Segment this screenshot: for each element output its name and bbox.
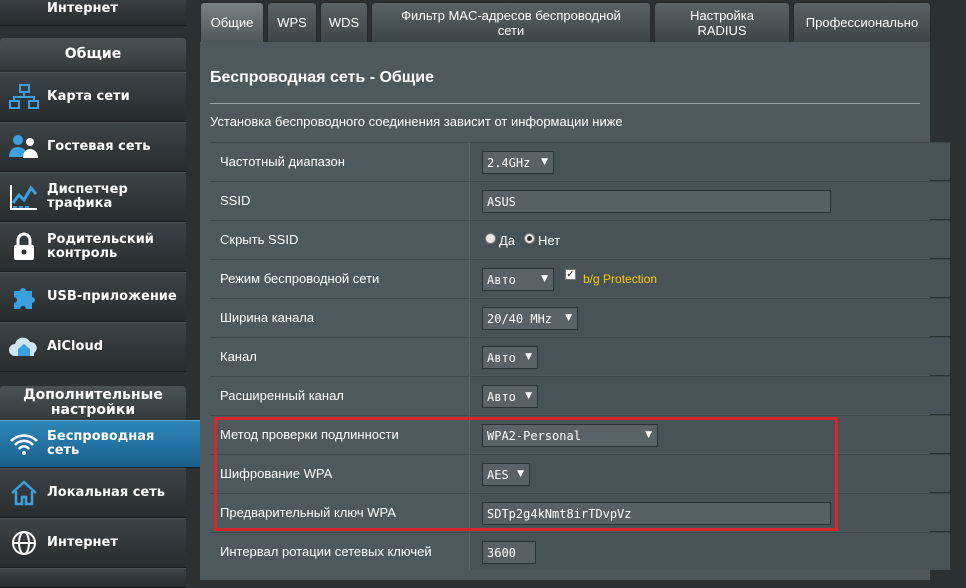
sidebar-item-label: AiCloud (47, 339, 104, 354)
auth-method-label: Метод проверки подлинности (210, 415, 468, 453)
wpa-encryption-select[interactable]: AES ▼ (482, 463, 530, 486)
row-channel: Канал Авто ▼ (210, 337, 950, 376)
channel-value: Авто (487, 350, 516, 365)
ssid-label: SSID (210, 181, 468, 219)
row-band: Частотный диапазон 2.4GHz ▼ (210, 142, 950, 181)
chevron-down-icon: ▼ (541, 157, 548, 167)
sidebar-item-label: Беспроводная сеть (47, 429, 155, 458)
chevron-down-icon: ▼ (645, 430, 652, 440)
wireless-mode-value: Авто (487, 272, 516, 287)
extension-channel-label: Расширенный канал (210, 376, 468, 414)
divider (210, 103, 920, 104)
sidebar-item-label: Родительский контроль (47, 232, 154, 261)
traffic-manager-icon (4, 180, 44, 214)
ssid-input[interactable]: ASUS (482, 190, 831, 213)
usb-puzzle-icon (4, 280, 44, 314)
tab-mac-filter[interactable]: Фильтр MAC-адресов беспроводной сети (371, 2, 651, 42)
channel-width-select[interactable]: 20/40 MHz ▼ (482, 307, 578, 330)
channel-width-label: Ширина канала (210, 298, 468, 336)
sidebar-item-traffic-manager[interactable]: Диспетчер трафика (0, 172, 186, 222)
band-label: Частотный диапазон (210, 142, 468, 180)
extension-channel-select[interactable]: Авто ▼ (482, 385, 538, 408)
chevron-down-icon: ▼ (525, 352, 532, 362)
parental-control-icon (4, 230, 44, 264)
channel-width-value: 20/40 MHz (487, 311, 553, 326)
sidebar-item-parental-control[interactable]: Родительский контроль (0, 222, 186, 272)
sidebar-item-wireless[interactable]: Беспроводная сеть (0, 420, 200, 468)
cloud-icon (4, 330, 44, 364)
row-wireless-mode: Режим беспроводной сети Авто ▼ ✓ b/g Pro… (210, 259, 950, 298)
hide-ssid-no-radio[interactable] (524, 233, 535, 244)
sidebar-item-network-map[interactable]: Карта сети (0, 72, 186, 122)
row-channel-width: Ширина канала 20/40 MHz ▼ (210, 298, 950, 337)
settings-panel: Беспроводная сеть - Общие Установка бесп… (200, 42, 950, 580)
band-select[interactable]: 2.4GHz ▼ (482, 151, 554, 174)
sidebar-header-advanced: Дополнительные настройки (0, 386, 186, 420)
chevron-down-icon: ▼ (541, 274, 548, 284)
row-auth-method: Метод проверки подлинности WPA2-Personal… (210, 415, 950, 454)
row-wpa-psk: Предварительный ключ WPA SDTp2g4kNmt8irT… (210, 493, 950, 532)
channel-label: Канал (210, 337, 468, 375)
row-ssid: SSID ASUS (210, 181, 950, 220)
sidebar-item-label: Локальная сеть (47, 485, 165, 500)
sidebar-item-label: Диспетчер трафика (47, 182, 128, 211)
tab-general[interactable]: Общие (200, 2, 264, 42)
row-hide-ssid: Скрыть SSID Да Нет (210, 220, 950, 259)
sidebar-item-internet-top[interactable]: Интернет (0, 0, 186, 26)
sidebar-item-label: Карта сети (47, 89, 130, 104)
sidebar-item-usb-application[interactable]: USB-приложение (0, 272, 186, 322)
channel-select[interactable]: Авто ▼ (482, 346, 538, 369)
sidebar: Интернет Общие Карта сети Гостевая сеть … (0, 0, 200, 588)
sidebar-item-aicloud[interactable]: AiCloud (0, 322, 186, 372)
extension-channel-value: Авто (487, 389, 516, 404)
bg-protection-checkbox[interactable]: ✓ (565, 269, 576, 280)
chevron-down-icon: ▼ (517, 469, 524, 479)
globe-icon (4, 0, 44, 26)
wireless-mode-label: Режим беспроводной сети (210, 259, 468, 297)
wpa-psk-label: Предварительный ключ WPA (210, 493, 468, 531)
hide-ssid-label: Скрыть SSID (210, 220, 468, 258)
sidebar-item-label: Интернет (47, 1, 118, 16)
home-icon (4, 476, 44, 510)
sidebar-item-lan[interactable]: Локальная сеть (0, 468, 186, 518)
tab-wds[interactable]: WDS (320, 2, 368, 42)
page-description: Установка беспроводного соединения завис… (210, 114, 623, 129)
wpa-encryption-value: AES (487, 467, 509, 482)
sidebar-item-guest-network[interactable]: Гостевая сеть (0, 122, 186, 172)
tab-wps[interactable]: WPS (267, 2, 317, 42)
wpa-encryption-label: Шифрование WPA (210, 454, 468, 492)
auth-method-select[interactable]: WPA2-Personal ▼ (482, 424, 658, 447)
tab-radius[interactable]: Настройка RADIUS (654, 2, 790, 42)
hide-ssid-no-label: Нет (538, 233, 561, 248)
row-extension-channel: Расширенный канал Авто ▼ (210, 376, 950, 415)
sidebar-item-label: Интернет (47, 535, 118, 550)
rekey-interval-input[interactable]: 3600 (482, 541, 536, 564)
wifi-icon (4, 427, 44, 461)
hide-ssid-yes-label: Да (499, 233, 516, 248)
sidebar-header-general: Общие (0, 38, 186, 70)
bg-protection-label: b/g Protection (583, 272, 658, 286)
row-wpa-encryption: Шифрование WPA AES ▼ (210, 454, 950, 493)
chevron-down-icon: ▼ (525, 391, 532, 401)
chevron-down-icon: ▼ (565, 313, 572, 323)
page-title: Беспроводная сеть - Общие (210, 69, 435, 86)
rekey-interval-label: Интервал ротации сетевых ключей (210, 532, 468, 570)
network-map-icon (4, 80, 44, 114)
row-rekey-interval: Интервал ротации сетевых ключей 3600 (210, 532, 950, 571)
auth-method-value: WPA2-Personal (487, 428, 581, 443)
hide-ssid-yes-radio[interactable] (485, 233, 496, 244)
globe-icon (4, 526, 44, 560)
band-value: 2.4GHz (487, 155, 531, 170)
tab-professional[interactable]: Профессионально (793, 2, 931, 42)
guest-network-icon (4, 130, 44, 164)
wireless-mode-select[interactable]: Авто ▼ (482, 268, 554, 291)
sidebar-item-internet[interactable]: Интернет (0, 518, 186, 568)
sidebar-item-label: Гостевая сеть (47, 139, 151, 154)
wpa-psk-input[interactable]: SDTp2g4kNmt8irTDvpVz (482, 502, 831, 525)
sidebar-item-label: USB-приложение (47, 289, 177, 304)
sidebar-item-partial[interactable] (0, 568, 186, 588)
